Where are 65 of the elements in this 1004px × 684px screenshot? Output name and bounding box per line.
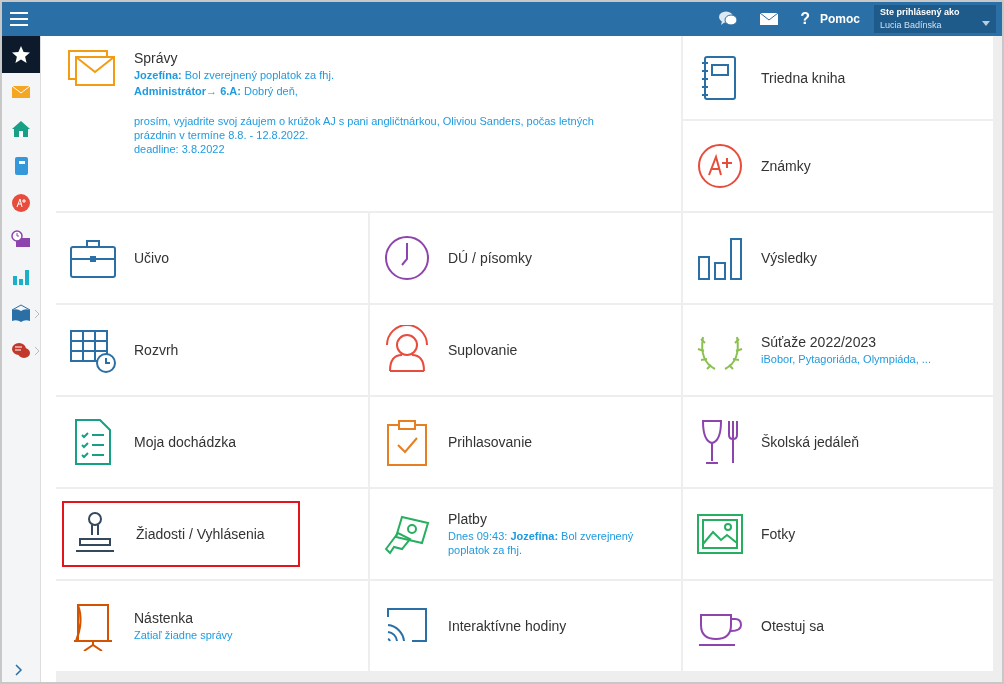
mail-icon[interactable]: [760, 13, 779, 25]
tile[interactable]: Známky: [683, 121, 995, 211]
tile[interactable]: Súťaže 2022/2023 iBobor, Pytagoriáda, Olympiáda, ...: [683, 305, 995, 395]
tile[interactable]: Otestuj sa: [683, 581, 995, 671]
tile[interactable]: Prihlasovanie: [370, 397, 681, 487]
tile-title: Otestuj sa: [761, 618, 825, 634]
chevron-icon: [35, 347, 40, 355]
tile-title: DÚ / písomky: [448, 250, 532, 266]
message-text: deadline: 3.8.2022: [134, 142, 226, 156]
tile-subtitle: Dnes 09:43: Jozefína: Bol zverejnený poplatok za fhj.: [448, 529, 635, 557]
messages-tile[interactable]: [56, 36, 681, 211]
tile[interactable]: Nástenka Zatiaľ žiadne správy: [56, 581, 368, 671]
tile-title: Moja dochádzka: [134, 434, 236, 450]
tile-title: Žiadosti / Vyhlásenia: [136, 526, 265, 542]
tile[interactable]: Interaktívne hodiny: [370, 581, 681, 671]
user-dropdown[interactable]: Ste prihlásený ako Lucia Badínska: [874, 5, 996, 33]
tile-subtitle: iBobor, Pytagoriáda, Olympiáda, ...: [761, 352, 931, 366]
tile[interactable]: Žiadosti / Vyhlásenia: [56, 489, 368, 579]
message-text: prosím, vyjadrite svoj záujem o krúžok AJ s pani angličtnárkou, Oliviou Sanders, počas letných prázdnin v termíne 8.8. - 12.8.2022.: [134, 114, 595, 142]
grade-icon: [11, 192, 31, 213]
tile-title: Interaktívne hodiny: [448, 618, 567, 634]
expand-icon[interactable]: [15, 664, 23, 676]
star-icon: [11, 44, 31, 65]
tile-title: Fotky: [761, 526, 796, 542]
book-icon: [11, 303, 31, 324]
user-name: Lucia Badínska: [880, 20, 942, 30]
help-button[interactable]: ? Pomoc: [800, 10, 860, 28]
tile-title: Súťaže 2022/2023: [761, 334, 877, 350]
tile-title: Známky: [761, 158, 811, 174]
tile[interactable]: Rozvrh: [56, 305, 368, 395]
tile[interactable]: Výsledky: [683, 213, 995, 303]
tile[interactable]: Školská jedáleň: [683, 397, 995, 487]
house-icon: [11, 118, 31, 139]
tile-title: Výsledky: [761, 250, 818, 266]
chevron-icon: [35, 310, 40, 318]
tile-subtitle: Zatiaľ žiadne správy: [134, 628, 233, 642]
chat-icon[interactable]: [718, 11, 739, 27]
tile-title: Rozvrh: [134, 342, 179, 358]
tile[interactable]: Fotky: [683, 489, 995, 579]
chat-icon: [11, 340, 31, 361]
message-text: Administrátor→ 6.A: Dobrý deň,: [134, 84, 299, 98]
menu-icon[interactable]: [10, 12, 28, 26]
clock-icon: [382, 233, 432, 283]
tile[interactable]: Učivo: [56, 213, 368, 303]
tile[interactable]: Suplovanie: [370, 305, 681, 395]
tile-title: Učivo: [134, 250, 169, 266]
clock-laptop-icon: [11, 229, 31, 250]
tile[interactable]: Platby Dnes 09:43: Jozefína: Bol zverejnený poplatok za fhj.: [370, 489, 681, 579]
tile-title: Nástenka: [134, 610, 195, 626]
envelope-icon: [68, 50, 116, 86]
grade-icon: [695, 141, 745, 191]
tile[interactable]: DÚ / písomky: [370, 213, 681, 303]
tile-title: Prihlasovanie: [448, 434, 533, 450]
sidebar-item[interactable]: [2, 36, 40, 73]
tile[interactable]: Triedna kniha: [683, 36, 995, 119]
tile-title: Školská jedáleň: [761, 434, 860, 450]
tile-title: Triedna kniha: [761, 69, 846, 86]
user-caption: Ste prihlásený ako: [880, 7, 961, 17]
tile-title: Platby: [448, 511, 488, 527]
message-text: Jozefína: Bol zverejnený poplatok za fhj.: [134, 68, 335, 82]
question-icon: ?: [800, 10, 810, 28]
tile[interactable]: Moja dochádzka: [56, 397, 368, 487]
tile-title: Správy: [134, 50, 179, 66]
caret-icon: [982, 21, 990, 26]
tile-title: Suplovanie: [448, 342, 518, 358]
